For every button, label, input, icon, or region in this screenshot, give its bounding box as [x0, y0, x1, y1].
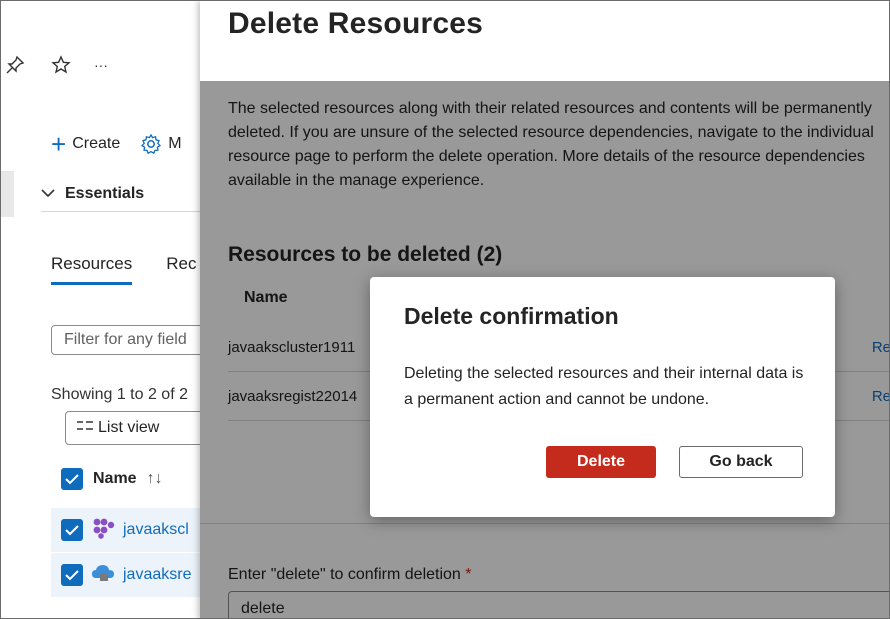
- more-icon[interactable]: ···: [89, 53, 113, 77]
- name-column-header[interactable]: Name: [93, 470, 137, 488]
- gear-icon[interactable]: [140, 133, 162, 155]
- command-bar: + Create M: [51, 129, 182, 159]
- create-button[interactable]: Create: [72, 135, 120, 153]
- dialog-title: Delete confirmation: [404, 303, 619, 329]
- resource-group-page: ··· + Create M Essentials Resources Rec …: [1, 1, 215, 618]
- row-name-link[interactable]: javaakscl: [123, 521, 189, 539]
- row-name-link[interactable]: javaaksre: [123, 566, 191, 584]
- essentials-label: Essentials: [65, 185, 145, 202]
- chevron-down-icon: [41, 185, 55, 203]
- manage-button[interactable]: M: [168, 135, 181, 153]
- row-checkbox[interactable]: [61, 564, 83, 586]
- tab-resources[interactable]: Resources: [51, 254, 133, 285]
- title-actions: ···: [1, 53, 113, 77]
- table-row[interactable]: javaaksre: [51, 553, 211, 597]
- list-view-label: List view: [98, 419, 160, 436]
- tab-recent[interactable]: Rec: [166, 254, 196, 285]
- essentials-toggle[interactable]: Essentials: [41, 177, 201, 212]
- star-icon[interactable]: [49, 53, 73, 77]
- row-checkbox[interactable]: [61, 519, 83, 541]
- table-header: Name ↑↓: [61, 468, 163, 490]
- pin-icon[interactable]: [3, 53, 27, 77]
- filter-placeholder: Filter for any field: [64, 331, 187, 348]
- showing-count: Showing 1 to 2 of 2: [51, 386, 188, 403]
- sort-icon[interactable]: ↑↓: [147, 470, 163, 488]
- kubernetes-icon: [91, 517, 115, 544]
- list-icon: [76, 419, 94, 438]
- select-all-checkbox[interactable]: [61, 468, 83, 490]
- go-back-button[interactable]: Go back: [679, 446, 803, 478]
- list-view-dropdown[interactable]: List view: [65, 411, 215, 445]
- blade-title: Delete Resources: [228, 7, 483, 40]
- delete-confirmation-dialog: Delete confirmation Deleting the selecte…: [370, 277, 835, 517]
- window: ··· + Create M Essentials Resources Rec …: [0, 0, 890, 619]
- dialog-message: Deleting the selected resources and thei…: [404, 365, 804, 408]
- filter-input[interactable]: Filter for any field: [51, 325, 211, 355]
- container-registry-icon: [91, 562, 115, 589]
- table-row[interactable]: javaakscl: [51, 508, 211, 552]
- plus-icon: +: [51, 129, 67, 159]
- delete-button[interactable]: Delete: [546, 446, 656, 478]
- tab-bar: Resources Rec: [51, 254, 197, 285]
- nav-selection-indicator: [1, 171, 14, 217]
